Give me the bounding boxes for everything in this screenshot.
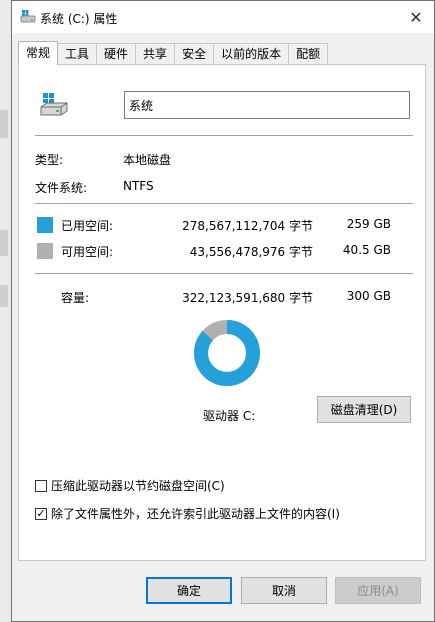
tab-sharing[interactable]: 共享 bbox=[135, 43, 176, 65]
ok-button[interactable]: 确定 bbox=[146, 577, 232, 604]
compress-checkbox-label: 压缩此驱动器以节约磁盘空间(C) bbox=[51, 479, 225, 493]
windows-drive-icon bbox=[39, 93, 69, 120]
free-space-bytes: 43,556,478,976 字节 bbox=[189, 245, 313, 259]
tab-general[interactable]: 常规 bbox=[18, 41, 59, 65]
compress-option[interactable]: 压缩此驱动器以节约磁盘空间(C) bbox=[35, 477, 225, 494]
index-checkbox[interactable]: ✓ bbox=[35, 507, 47, 520]
window-title: 系统 (C:) 属性 bbox=[40, 12, 118, 26]
tab-quota[interactable]: 配额 bbox=[288, 43, 329, 65]
general-tab-panel: 类型: 本地磁盘 文件系统: NTFS 已用空间: 278,567,112,70… bbox=[18, 64, 426, 561]
close-button[interactable]: ✕ bbox=[398, 1, 434, 33]
free-space-label: 可用空间: bbox=[61, 245, 114, 259]
capacity-size: 300 GB bbox=[346, 289, 391, 303]
used-space-bytes: 278,567,112,704 字节 bbox=[182, 219, 313, 233]
filesystem-label: 文件系统: bbox=[35, 181, 88, 195]
separator bbox=[35, 135, 413, 136]
compress-checkbox[interactable] bbox=[35, 479, 47, 492]
used-space-swatch bbox=[37, 217, 53, 233]
background-item bbox=[0, 285, 8, 307]
separator bbox=[35, 273, 413, 274]
type-value: 本地磁盘 bbox=[123, 153, 172, 167]
used-space-size: 259 GB bbox=[346, 217, 391, 231]
tab-tools[interactable]: 工具 bbox=[57, 43, 98, 65]
drive-icon bbox=[20, 10, 36, 27]
close-icon: ✕ bbox=[409, 7, 423, 27]
drive-name-input[interactable] bbox=[124, 91, 410, 119]
tab-security[interactable]: 安全 bbox=[174, 43, 215, 65]
drive-letter-label: 驱动器 C: bbox=[203, 409, 256, 423]
properties-dialog: 系统 (C:) 属性 ✕ 常规 工具 硬件 共享 安全 以前的版本 配额 系统 … bbox=[11, 0, 435, 622]
tab-hardware[interactable]: 硬件 bbox=[96, 43, 137, 65]
disk-cleanup-button[interactable]: 磁盘清理(D) bbox=[317, 396, 411, 423]
type-label: 类型: bbox=[35, 153, 64, 167]
free-space-swatch bbox=[37, 243, 53, 259]
tab-previous-versions[interactable]: 以前的版本 bbox=[213, 43, 290, 65]
background-item bbox=[0, 230, 8, 256]
capacity-bytes: 322,123,591,680 字节 bbox=[182, 291, 313, 305]
background-item bbox=[0, 110, 8, 138]
used-space-label: 已用空间: bbox=[61, 219, 114, 233]
tab-strip: 常规 工具 硬件 共享 安全 以前的版本 配额 bbox=[18, 41, 329, 65]
title-bar: 系统 (C:) 属性 ✕ bbox=[12, 1, 434, 33]
filesystem-value: NTFS bbox=[123, 179, 154, 193]
checkmark-icon: ✓ bbox=[36, 507, 46, 520]
cancel-button[interactable]: 取消 bbox=[241, 577, 327, 604]
index-option[interactable]: ✓ 除了文件属性外，还允许索引此驱动器上文件的内容(I) bbox=[35, 505, 340, 522]
separator bbox=[35, 203, 413, 204]
index-checkbox-label: 除了文件属性外，还允许索引此驱动器上文件的内容(I) bbox=[51, 507, 340, 521]
free-space-size: 40.5 GB bbox=[342, 243, 391, 257]
apply-button[interactable]: 应用(A) bbox=[335, 577, 421, 604]
usage-donut-chart bbox=[194, 320, 260, 386]
capacity-label: 容量: bbox=[61, 291, 90, 305]
